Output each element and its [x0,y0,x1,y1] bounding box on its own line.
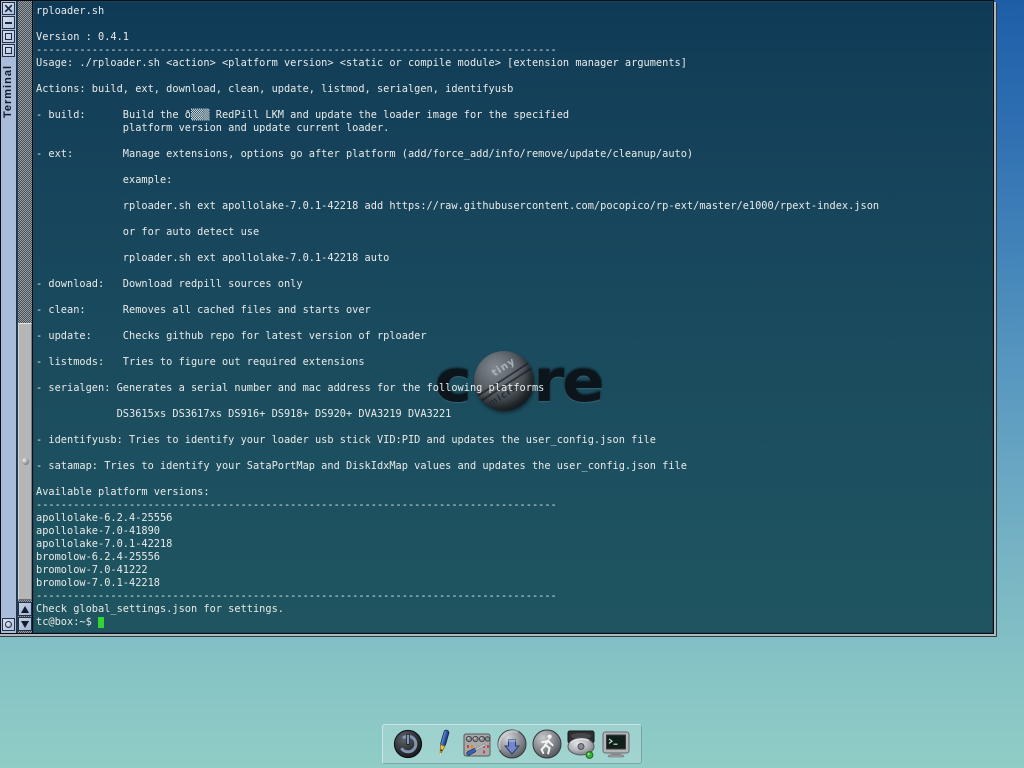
close-icon [4,4,13,13]
desktop: { "desktop": { "gradient_top": "#1e5ea8"… [0,0,1024,768]
pen-icon [428,729,458,759]
minus-icon [5,22,12,24]
mount-button[interactable] [564,727,598,761]
prompt-line: tc@box:~$ [36,616,992,629]
apps-sphere-icon [496,728,528,760]
scrollbar-thumb[interactable] [18,323,32,600]
shade-button[interactable] [2,16,15,29]
window-titlebar[interactable]: Terminal [1,1,17,633]
apps-button[interactable] [495,727,529,761]
scroll-up-button[interactable] [18,602,32,616]
restore-button[interactable] [2,44,15,57]
scroll-down-button[interactable] [18,617,32,631]
shell-prompt: tc@box:~$ [36,616,98,629]
close-button[interactable] [2,2,15,15]
box-icon [5,33,12,40]
circle-icon [5,621,12,628]
arrow-down-icon [21,621,29,628]
editor-button[interactable] [426,727,460,761]
window-title: Terminal [2,65,14,118]
terminal-launcher-button[interactable] [599,727,633,761]
run-button[interactable] [530,727,564,761]
dock [382,724,642,764]
control-panel-icon [461,728,493,760]
scrollbar-trough[interactable] [18,1,33,633]
terminal-window: Terminal c tiny micro re rploader.sh Ver… [0,0,994,634]
terminal-output: rploader.sh Version : 0.4.1 ------------… [36,5,992,616]
power-icon [393,729,423,759]
control-panel-button[interactable] [460,727,494,761]
resize-corner-button[interactable] [2,618,15,631]
maximize-button[interactable] [2,30,15,43]
box-icon [5,47,12,54]
arrow-up-icon [21,606,29,613]
thumb-dimple-icon [22,458,29,465]
run-sphere-icon [531,728,563,760]
power-button[interactable] [391,727,425,761]
terminal-monitor-icon [601,729,631,759]
text-cursor [98,617,104,628]
terminal-screen[interactable]: c tiny micro re rploader.sh Version : 0.… [34,2,992,632]
harddisk-icon [564,728,598,760]
